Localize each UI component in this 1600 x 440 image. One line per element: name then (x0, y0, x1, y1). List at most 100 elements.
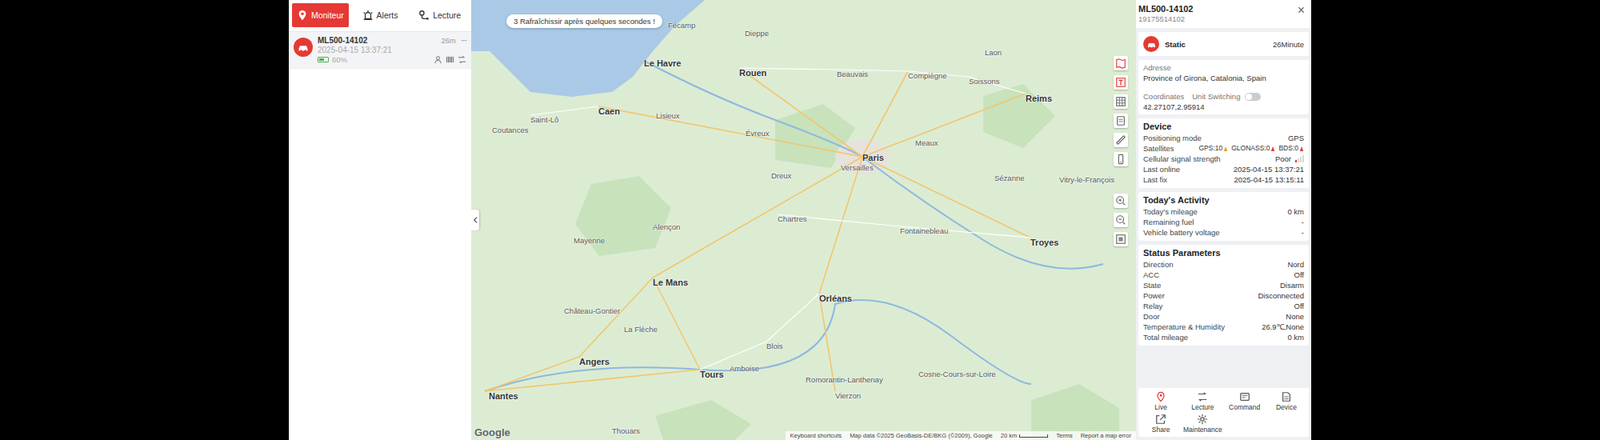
battery-text: 60% (332, 55, 431, 64)
ruler-icon (1115, 134, 1127, 146)
route-icon (1196, 391, 1208, 403)
section-title: Status Parameters (1143, 248, 1304, 258)
map-tool[interactable] (1113, 75, 1128, 90)
info-row: Temperature & Humidity 26.9℃,None (1143, 321, 1304, 332)
tab-label: Alerts (376, 10, 399, 20)
info-row: Last online2025-04-15 13:37:21 (1143, 164, 1304, 175)
route-icon[interactable] (457, 55, 467, 64)
gear-icon (1196, 413, 1208, 425)
screen: MoniteurAlertsLectureML500-1410226m···20… (0, 0, 1600, 440)
route-icon (418, 9, 430, 21)
map-place-label: Château-Gontier (564, 306, 620, 316)
fence-icon (1115, 115, 1127, 127)
satellite-icon (1223, 145, 1228, 152)
share-icon (1155, 413, 1167, 425)
map-tool[interactable] (1113, 94, 1128, 109)
row-label: State (1143, 280, 1161, 291)
action-button[interactable]: Live (1140, 391, 1182, 412)
device-bottom: 60% (317, 55, 467, 64)
battery-icon (317, 56, 329, 63)
map-tool[interactable] (1113, 113, 1128, 128)
map-place-label: Troyes (1030, 237, 1059, 248)
info-row: Today's mileage0 km (1143, 206, 1304, 217)
action-label: Live (1154, 403, 1168, 412)
map-place-label: La Flèche (624, 324, 658, 334)
attribution: Map data ©2025 GeoBasis-DE/BKG (©2009), … (849, 432, 993, 440)
map-tool[interactable] (1113, 152, 1128, 167)
unit-switch-toggle[interactable] (1244, 92, 1261, 101)
terms-link[interactable]: Terms (1056, 432, 1072, 440)
google-logo: Google (474, 426, 511, 439)
row-value: 0 km (1287, 332, 1304, 343)
row-value: 26.9℃,None (1261, 321, 1304, 332)
device-imei: 19175514102 (1138, 14, 1194, 24)
row-value: Nord (1287, 259, 1304, 270)
info-section: Status ParametersDirection NordACCOffStat… (1138, 244, 1309, 346)
refresh-notice: 3 Rafraîchissir après quelques secondes … (506, 14, 663, 28)
map-place-label: Reims (1025, 93, 1052, 104)
tab[interactable]: Moniteur (292, 3, 349, 28)
map-place-label: Dieppe (744, 28, 769, 38)
map-place-label: Meaux (915, 138, 939, 148)
action-label: Lecture (1191, 403, 1214, 412)
right-margin (1311, 0, 1600, 440)
section-title: Device (1143, 121, 1304, 132)
info-row: Direction Nord (1143, 259, 1304, 270)
satellite-count: GPS:10 (1198, 143, 1228, 154)
row-label: Power (1143, 290, 1165, 301)
row-label: Temperature & Humidity (1143, 321, 1225, 332)
tab[interactable]: Alerts (352, 3, 409, 28)
person-icon[interactable] (433, 55, 443, 64)
action-button[interactable]: Command (1224, 391, 1266, 412)
layers-button[interactable] (1113, 232, 1128, 247)
action-button[interactable]: Share (1140, 413, 1182, 434)
scale-bar: 20 km (1000, 432, 1048, 440)
row-label: Positioning mode (1143, 132, 1202, 144)
command-icon (1239, 391, 1251, 403)
collapse-button[interactable] (471, 209, 480, 231)
zoom-out-button[interactable] (1113, 212, 1128, 228)
pin-icon (296, 9, 308, 21)
tab[interactable]: Lecture (411, 3, 468, 28)
keyboard-shortcuts-link[interactable]: Keyboard shortcuts (790, 432, 843, 440)
zoom-in-button[interactable] (1113, 193, 1128, 208)
action-button[interactable]: Maintenance (1181, 413, 1224, 434)
more-button[interactable]: ··· (460, 36, 467, 45)
coordinates-label: Coordinates (1143, 92, 1184, 101)
map-place-label: Vitry-le-François (1059, 175, 1115, 184)
device-item[interactable]: ML500-1410226m···2025-04-15 13:37:2160% (288, 32, 472, 69)
device-top: ML500-1410226m··· (317, 36, 467, 45)
map-place-label: Amboise (729, 364, 760, 373)
satellite-count: BDS:0 (1278, 143, 1304, 154)
action-button[interactable]: Lecture (1181, 391, 1224, 412)
report-link[interactable]: Report a map error (1080, 432, 1132, 440)
action-label: Device (1276, 403, 1297, 412)
row-label: Direction (1143, 259, 1174, 270)
map-toolbar (1113, 56, 1128, 247)
info-row: ACCOff (1143, 269, 1304, 280)
map-place-label: Blois (766, 341, 784, 351)
row-value: GPS (1288, 132, 1304, 144)
map[interactable]: FécampDieppeLe HavreRouenBeauvaisCompièg… (471, 0, 1136, 440)
address-card: AdresseProvince of Girona, Catalonia, Sp… (1138, 60, 1309, 115)
layers-icon (1115, 233, 1127, 245)
map-place-label: Paris (862, 152, 884, 163)
action-label: Maintenance (1183, 425, 1223, 434)
row-value: 2025-04-15 13:37:21 (1233, 164, 1304, 175)
map-tool[interactable] (1113, 56, 1128, 71)
chevron-left-icon (472, 216, 479, 224)
map-tool[interactable] (1113, 132, 1128, 148)
car-icon (1143, 36, 1160, 52)
close-button[interactable]: × (1292, 4, 1310, 17)
detail-header: ML500-1410219175514102× (1136, 0, 1312, 28)
map-place-label: Le Mans (652, 277, 688, 288)
action-button[interactable]: Device (1265, 391, 1308, 412)
map-place-label: Évreux (745, 128, 770, 138)
info-row: StateDisarm (1143, 280, 1304, 291)
row-value: None (1285, 311, 1304, 322)
row-value: Disconnected (1257, 290, 1304, 301)
map-place-label: Angers (579, 356, 610, 367)
row-label: Vehicle battery voltage (1143, 227, 1220, 238)
barcode-icon[interactable] (445, 55, 455, 64)
traffic-icon (1115, 76, 1127, 88)
